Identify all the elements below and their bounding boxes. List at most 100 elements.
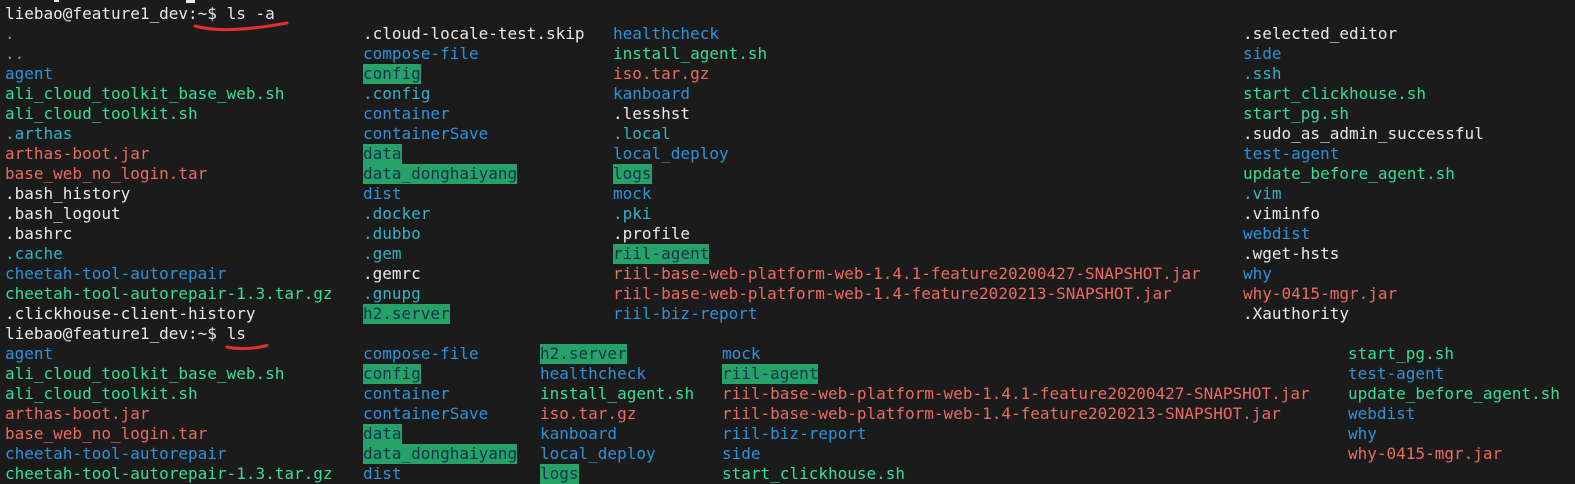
listing-row: .cloud-locale-test.skip <box>363 24 585 44</box>
listing-row: .viminfo <box>1243 204 1484 224</box>
file-entry: container <box>363 384 450 404</box>
file-entry: base_web_no_login.tar <box>5 424 207 444</box>
file-entry: webdist <box>1348 404 1415 424</box>
listing-column: ...agentali_cloud_toolkit_base_web.shali… <box>5 24 333 324</box>
file-entry: arthas-boot.jar <box>5 144 150 164</box>
listing-row: . <box>5 24 333 44</box>
file-entry: .viminfo <box>1243 204 1320 224</box>
file-entry: .pki <box>613 204 652 224</box>
listing-row: .clickhouse-client-history <box>5 304 333 324</box>
listing-row: agent <box>5 64 333 84</box>
file-entry: agent <box>5 64 53 84</box>
listing-row: config <box>363 364 517 384</box>
file-entry: .lesshst <box>613 104 690 124</box>
file-entry: config <box>363 64 421 84</box>
file-entry: .gemrc <box>363 264 421 284</box>
listing-row: webdist <box>1243 224 1484 244</box>
file-entry: containerSave <box>363 124 488 144</box>
listing-row: ali_cloud_toolkit.sh <box>5 104 333 124</box>
listing-row: why-0415-mgr.jar <box>1348 444 1560 464</box>
listing-row: .bash_logout <box>5 204 333 224</box>
file-entry: data <box>363 144 402 164</box>
listing-row: .cache <box>5 244 333 264</box>
file-entry: local_deploy <box>540 444 656 464</box>
file-entry: kanboard <box>613 84 690 104</box>
file-entry: .cache <box>5 244 63 264</box>
file-entry: install_agent.sh <box>613 44 767 64</box>
listing-row: test-agent <box>1348 364 1560 384</box>
file-entry: data_donghaiyang <box>363 164 517 184</box>
listing-row: why <box>1243 264 1484 284</box>
listing-row: container <box>363 384 517 404</box>
listing-row: start_pg.sh <box>1243 104 1484 124</box>
file-entry: arthas-boot.jar <box>5 404 150 424</box>
file-entry: start_pg.sh <box>1348 344 1454 364</box>
file-entry: riil-agent <box>722 364 818 384</box>
listing-row: riil-biz-report <box>613 304 1201 324</box>
file-entry: .vim <box>1243 184 1282 204</box>
file-entry: agent <box>5 344 53 364</box>
file-entry: .local <box>613 124 671 144</box>
listing-row: .wget-hsts <box>1243 244 1484 264</box>
listing-row: .gemrc <box>363 264 585 284</box>
file-entry: start_pg.sh <box>1243 104 1349 124</box>
file-entry: .docker <box>363 204 430 224</box>
shell-prompt-2: liebao@feature1_dev:~$ <box>5 324 217 344</box>
listing-row: side <box>1243 44 1484 64</box>
listing-row: ali_cloud_toolkit_base_web.sh <box>5 84 333 104</box>
listing-row: .docker <box>363 204 585 224</box>
terminal-window[interactable]: liebao@feature1_dev:~$ ls -a ...agentali… <box>0 0 1575 484</box>
file-entry: .selected_editor <box>1243 24 1397 44</box>
file-entry: iso.tar.gz <box>613 64 709 84</box>
file-entry: side <box>1243 44 1282 64</box>
listing-row: .selected_editor <box>1243 24 1484 44</box>
file-entry: kanboard <box>540 424 617 444</box>
listing-row: containerSave <box>363 404 517 424</box>
file-entry: mock <box>613 184 652 204</box>
file-entry: healthcheck <box>540 364 646 384</box>
file-entry: riil-base-web-platform-web-1.4.1-feature… <box>613 264 1201 284</box>
file-entry: .gnupg <box>363 284 421 304</box>
file-entry: .bash_history <box>5 184 130 204</box>
file-entry: test-agent <box>1348 364 1444 384</box>
file-entry: riil-agent <box>613 244 709 264</box>
listing-row: .local <box>613 124 1201 144</box>
file-entry: .wget-hsts <box>1243 244 1339 264</box>
file-entry: dist <box>363 184 402 204</box>
screen-artifact <box>54 0 59 2</box>
listing-row: why-0415-mgr.jar <box>1243 284 1484 304</box>
shell-command-1: ls -a <box>227 4 275 24</box>
listing-row: webdist <box>1348 404 1560 424</box>
shell-prompt-1: liebao@feature1_dev:~$ <box>5 4 217 24</box>
file-entry: ali_cloud_toolkit_base_web.sh <box>5 364 284 384</box>
listing-row: cheetah-tool-autorepair <box>5 264 333 284</box>
listing-row: riil-agent <box>613 244 1201 264</box>
listing-row: cheetah-tool-autorepair-1.3.tar.gz <box>5 464 333 484</box>
file-entry: config <box>363 364 421 384</box>
file-entry: riil-base-web-platform-web-1.4-feature20… <box>722 404 1281 424</box>
listing-row: data <box>363 144 585 164</box>
file-entry: local_deploy <box>613 144 729 164</box>
listing-row: .pki <box>613 204 1201 224</box>
listing-row: why <box>1348 424 1560 444</box>
listing-row: container <box>363 104 585 124</box>
file-entry: data <box>363 424 402 444</box>
listing-row: update_before_agent.sh <box>1348 384 1560 404</box>
listing-row: mock <box>613 184 1201 204</box>
listing-row: start_clickhouse.sh <box>1243 84 1484 104</box>
file-entry: why <box>1348 424 1377 444</box>
listing-row: h2.server <box>363 304 585 324</box>
file-entry: start_clickhouse.sh <box>1243 84 1426 104</box>
listing-row: data <box>363 424 517 444</box>
listing-row: .dubbo <box>363 224 585 244</box>
file-entry: riil-biz-report <box>722 424 867 444</box>
listing-column: .cloud-locale-test.skipcompose-fileconfi… <box>363 24 585 324</box>
listing-row: cheetah-tool-autorepair-1.3.tar.gz <box>5 284 333 304</box>
listing-row: iso.tar.gz <box>613 64 1201 84</box>
file-entry: compose-file <box>363 344 479 364</box>
file-entry: side <box>722 444 761 464</box>
file-entry: base_web_no_login.tar <box>5 164 207 184</box>
file-entry: .ssh <box>1243 64 1282 84</box>
listing-column: h2.serverhealthcheckinstall_agent.shiso.… <box>540 344 694 484</box>
file-entry: data_donghaiyang <box>363 444 517 464</box>
